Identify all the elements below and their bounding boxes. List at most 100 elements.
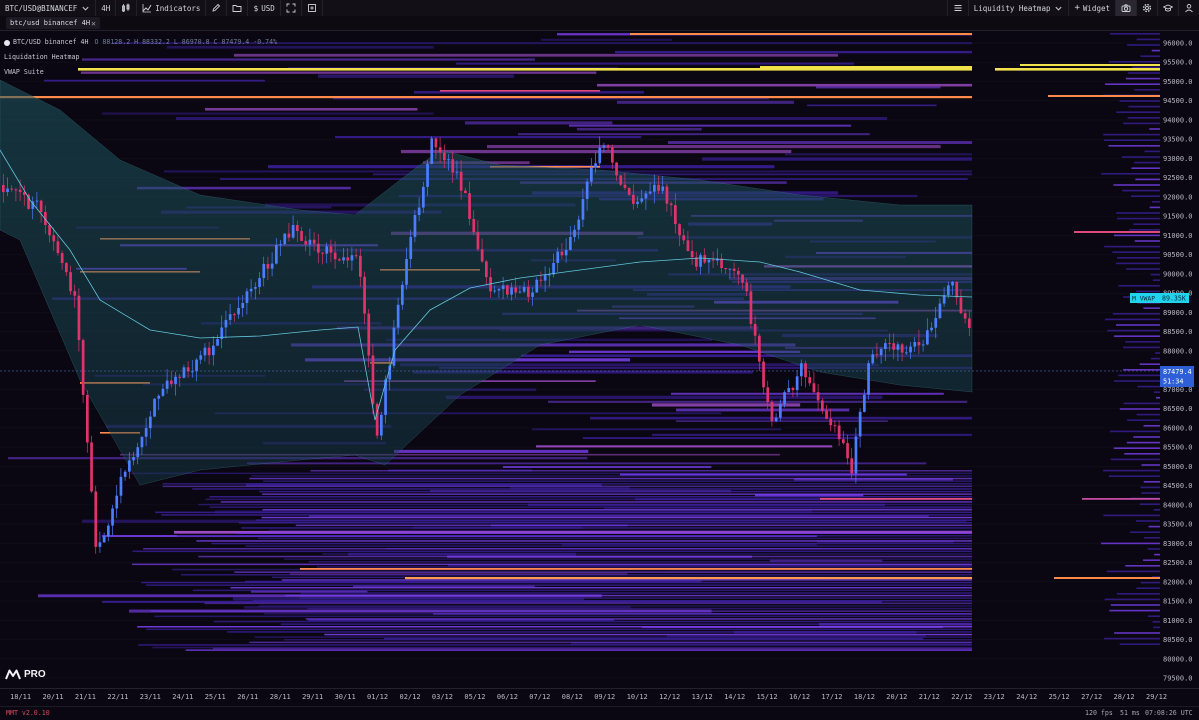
- panel-menu-button[interactable]: [946, 0, 968, 16]
- candle-body: [329, 246, 333, 253]
- candle-body: [569, 236, 572, 250]
- price-tick-label: 81000.0: [1163, 617, 1193, 625]
- liquidity-band: [503, 466, 712, 468]
- profile-bar: [1113, 234, 1160, 237]
- profile-bar: [1150, 273, 1160, 276]
- liquidity-band: [255, 519, 973, 521]
- candle-body: [333, 252, 337, 260]
- screenshot-button[interactable]: [1115, 0, 1136, 16]
- liquidity-hot-level: [300, 568, 972, 570]
- candle-body: [10, 188, 14, 190]
- chart-tab[interactable]: btc/usd binancef 4H ✕: [6, 17, 100, 29]
- candle-body: [833, 425, 837, 427]
- currency-button[interactable]: $ USD: [248, 0, 281, 16]
- liquidity-band: [583, 437, 860, 439]
- candle-body: [195, 359, 198, 372]
- candle-body: [249, 288, 253, 292]
- candle-body: [203, 347, 207, 356]
- chevron-down-icon: [1055, 6, 1063, 11]
- liquidity-band: [652, 403, 801, 407]
- candle-body: [804, 363, 807, 378]
- liquidity-hot-level: [760, 66, 972, 68]
- time-tick-label: 27/12: [1081, 693, 1103, 701]
- liquidity-band: [249, 641, 973, 644]
- profile-bar: [1153, 391, 1160, 393]
- profile-bar: [1131, 167, 1160, 169]
- time-tick-label: 12/12: [659, 693, 681, 701]
- learn-button[interactable]: [1157, 0, 1178, 16]
- profile-bar: [1153, 626, 1160, 629]
- candle-body: [669, 203, 673, 206]
- indicator-legend-vwap[interactable]: VWAP Suite: [4, 65, 277, 80]
- candle-body: [665, 186, 669, 204]
- liquidity-band: [150, 610, 973, 612]
- close-icon[interactable]: ✕: [91, 19, 96, 28]
- price-tick-label: 90000.0: [1163, 270, 1193, 278]
- candle-body: [493, 290, 497, 292]
- candle-body: [623, 184, 627, 188]
- liquidity-hot-level: [820, 498, 972, 500]
- open-layout-button[interactable]: [227, 0, 249, 16]
- profile-bar: [1127, 117, 1160, 119]
- liquidity-band: [401, 149, 792, 154]
- series-legend-row[interactable]: BTC/USD binancef 4H O 88128.2 H 88332.2 …: [4, 35, 277, 50]
- candle-body: [539, 279, 543, 281]
- interval-button[interactable]: 4H: [96, 0, 117, 16]
- candle-body: [564, 249, 568, 256]
- candle-body: [111, 508, 114, 526]
- price-tick-label: 94000.0: [1163, 116, 1193, 124]
- price-tick-label: 83000.0: [1163, 540, 1193, 548]
- fullscreen-icon: [286, 3, 296, 13]
- add-widget-button[interactable]: + Widget: [1068, 0, 1115, 16]
- draw-tool-button[interactable]: [206, 0, 228, 16]
- fullscreen-button[interactable]: [281, 0, 302, 16]
- price-tick-label: 92500.0: [1163, 174, 1193, 182]
- candle-body: [611, 147, 614, 163]
- candle-body: [207, 347, 211, 356]
- candle-body: [921, 344, 925, 346]
- symbol-selector[interactable]: BTC/USD@BINANCEF: [0, 0, 97, 16]
- candle-body: [615, 162, 618, 176]
- candle-body: [968, 318, 971, 328]
- liquidity-band: [259, 490, 973, 493]
- profile-bar: [1149, 128, 1160, 130]
- candle-body: [770, 402, 774, 422]
- chart-canvas[interactable]: 96000.0 95500.0 95000.0 94500.0 94000.0 93500…: [0, 31, 1199, 688]
- liquidity-band: [209, 496, 973, 498]
- liquidity-hot-level: [630, 33, 972, 35]
- time-axis[interactable]: 18/11 20/11 21/11 22/11 23/11 24/11 25/11 26/11…: [0, 688, 1199, 707]
- candle-body: [884, 343, 887, 350]
- account-button[interactable]: [1178, 0, 1199, 16]
- heatmap-selector[interactable]: Liquidity Heatmap: [967, 0, 1069, 16]
- profile-bar: [1143, 307, 1160, 309]
- candle-body: [795, 376, 799, 391]
- time-tick-label: 25/11: [204, 693, 226, 701]
- price-axis-background: [1160, 31, 1199, 688]
- chart-legend: BTC/USD binancef 4H O 88128.2 H 88332.2 …: [4, 35, 277, 80]
- price-tick-label: 82000.0: [1163, 578, 1193, 586]
- profile-bar: [1110, 604, 1160, 606]
- liquidity-band: [264, 613, 972, 615]
- indicators-button[interactable]: Indicators: [137, 0, 207, 16]
- liquidity-band: [141, 581, 972, 584]
- price-tick-label: 93000.0: [1163, 155, 1193, 163]
- candle-body: [182, 367, 186, 378]
- liquidity-band: [299, 597, 972, 599]
- candle-body: [648, 191, 652, 194]
- candle-body: [212, 345, 215, 356]
- candle-body: [598, 147, 602, 164]
- liquidity-band: [220, 501, 973, 503]
- settings-button[interactable]: [1136, 0, 1157, 16]
- indicator-legend-heatmap[interactable]: Liquidation Heatmap: [4, 50, 277, 65]
- candle-body: [581, 199, 585, 220]
- add-chart-button[interactable]: [302, 0, 323, 16]
- candle-body: [737, 270, 740, 275]
- time-tick-label: 21/11: [74, 693, 96, 701]
- profile-bar: [1110, 430, 1160, 433]
- last-price-badge: 87479.4 51:34: [1160, 366, 1194, 387]
- price-tick-label: 94500.0: [1163, 97, 1193, 105]
- chart-type-button[interactable]: [116, 0, 138, 16]
- bar-countdown: 51:34: [1163, 378, 1183, 386]
- profile-hot-bar: [1048, 95, 1160, 97]
- profile-bar: [1141, 464, 1160, 466]
